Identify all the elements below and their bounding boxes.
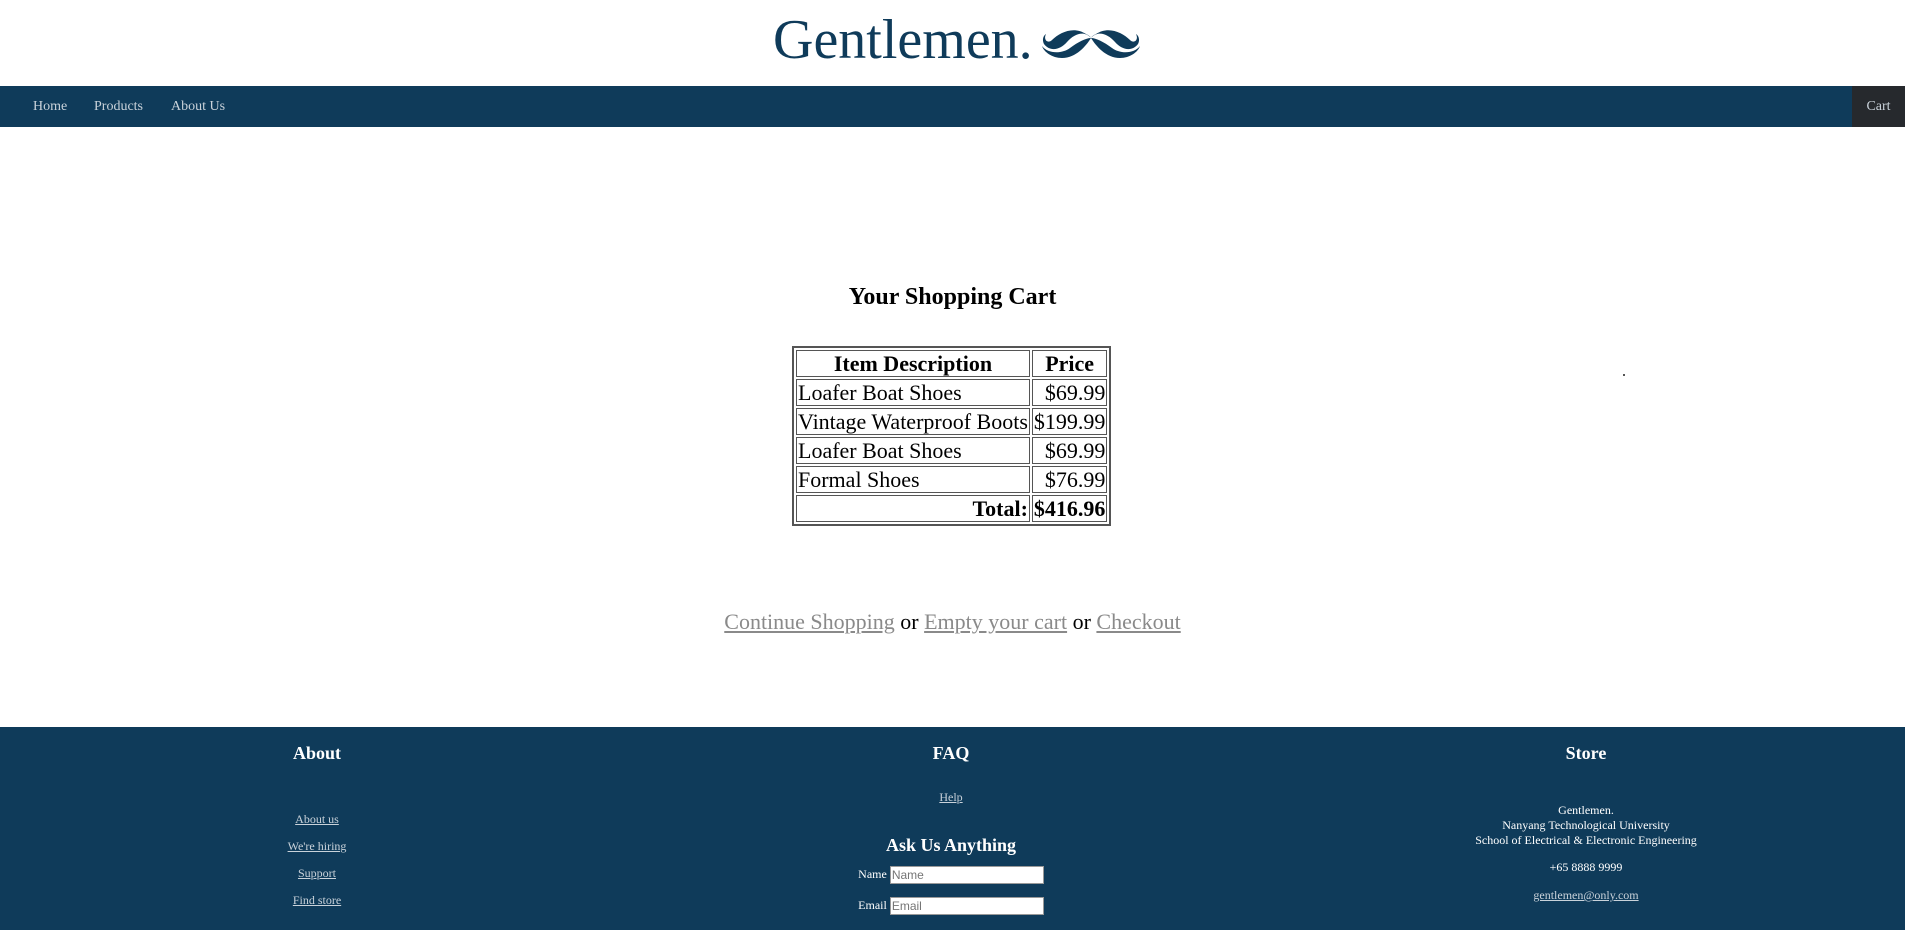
store-line: Gentlemen. bbox=[1558, 803, 1614, 817]
table-row: Loafer Boat Shoes $69.99 bbox=[796, 379, 1108, 406]
name-label: Name bbox=[858, 867, 887, 881]
footer-store-title: Store bbox=[1565, 743, 1607, 763]
total-value: $416.96 bbox=[1031, 495, 1108, 522]
store-email-link[interactable]: gentlemen@only.com bbox=[1533, 888, 1638, 902]
cell-item: Formal Shoes bbox=[796, 466, 1030, 493]
separator-text: or bbox=[900, 609, 919, 634]
table-header-row: Item Description Price bbox=[796, 350, 1108, 377]
cell-price: $69.99 bbox=[1031, 437, 1108, 464]
column-header-item: Item Description bbox=[796, 350, 1030, 377]
site-footer: About About us We're hiring Support Find… bbox=[0, 727, 1905, 930]
name-row: Name bbox=[751, 863, 1151, 885]
site-header: Gentlemen. bbox=[0, 0, 1905, 86]
nav-products[interactable]: Products bbox=[94, 86, 143, 127]
store-line: School of Electrical & Electronic Engine… bbox=[1475, 833, 1697, 847]
table-row: Formal Shoes $76.99 bbox=[796, 466, 1108, 493]
email-row: Email bbox=[751, 894, 1151, 916]
main-nav: Home Products About Us Cart bbox=[0, 86, 1905, 127]
footer-faq: FAQ Help Ask Us Anything Name Email bbox=[751, 727, 1151, 916]
mustache-icon bbox=[1042, 30, 1140, 58]
cart-table: Item Description Price Loafer Boat Shoes… bbox=[792, 346, 1112, 526]
total-label: Total: bbox=[796, 495, 1030, 522]
name-input[interactable] bbox=[889, 866, 1044, 885]
table-row: Vintage Waterproof Boots $199.99 bbox=[796, 408, 1108, 435]
cell-price: $69.99 bbox=[1031, 379, 1108, 406]
help-link[interactable]: Help bbox=[939, 790, 962, 804]
footer-about-title: About bbox=[292, 743, 341, 763]
empty-cart-link[interactable]: Empty your cart bbox=[924, 609, 1067, 634]
checkout-link[interactable]: Checkout bbox=[1096, 609, 1180, 634]
about-us-link[interactable]: About us bbox=[117, 806, 517, 833]
separator-text: or bbox=[1072, 609, 1091, 634]
store-line: Nanyang Technological University bbox=[1502, 818, 1670, 832]
email-input[interactable] bbox=[889, 897, 1044, 916]
find-store-link[interactable]: Find store bbox=[117, 887, 517, 914]
cell-item: Vintage Waterproof Boots bbox=[796, 408, 1030, 435]
cell-item: Loafer Boat Shoes bbox=[796, 379, 1030, 406]
cart-actions: Continue Shopping or Empty your cart or … bbox=[0, 609, 1905, 635]
nav-home[interactable]: Home bbox=[33, 86, 67, 127]
store-phone: +65 8888 9999 bbox=[1549, 860, 1623, 874]
email-label: Email bbox=[858, 898, 887, 912]
ask-form-title: Ask Us Anything bbox=[885, 835, 1017, 855]
nav-cart[interactable]: Cart bbox=[1852, 86, 1905, 127]
site-logo-text[interactable]: Gentlemen. bbox=[773, 8, 1033, 72]
cell-item: Loafer Boat Shoes bbox=[796, 437, 1030, 464]
support-link[interactable]: Support bbox=[117, 860, 517, 887]
cell-price: $199.99 bbox=[1031, 408, 1108, 435]
stray-dot bbox=[1623, 374, 1625, 376]
column-header-price: Price bbox=[1031, 350, 1108, 377]
footer-store: Store Gentlemen. Nanyang Technological U… bbox=[1386, 727, 1786, 903]
page-title: Your Shopping Cart bbox=[848, 284, 1057, 310]
table-row: Loafer Boat Shoes $69.99 bbox=[796, 437, 1108, 464]
footer-faq-title: FAQ bbox=[932, 743, 970, 763]
hiring-link[interactable]: We're hiring bbox=[117, 833, 517, 860]
footer-about-links: About us We're hiring Support Find store bbox=[117, 806, 517, 914]
cell-price: $76.99 bbox=[1031, 466, 1108, 493]
total-row: Total: $416.96 bbox=[796, 495, 1108, 522]
footer-about: About About us We're hiring Support Find… bbox=[117, 727, 517, 914]
nav-about-us[interactable]: About Us bbox=[171, 86, 225, 127]
continue-shopping-link[interactable]: Continue Shopping bbox=[724, 609, 895, 634]
store-address: Gentlemen. Nanyang Technological Univers… bbox=[1386, 803, 1786, 848]
